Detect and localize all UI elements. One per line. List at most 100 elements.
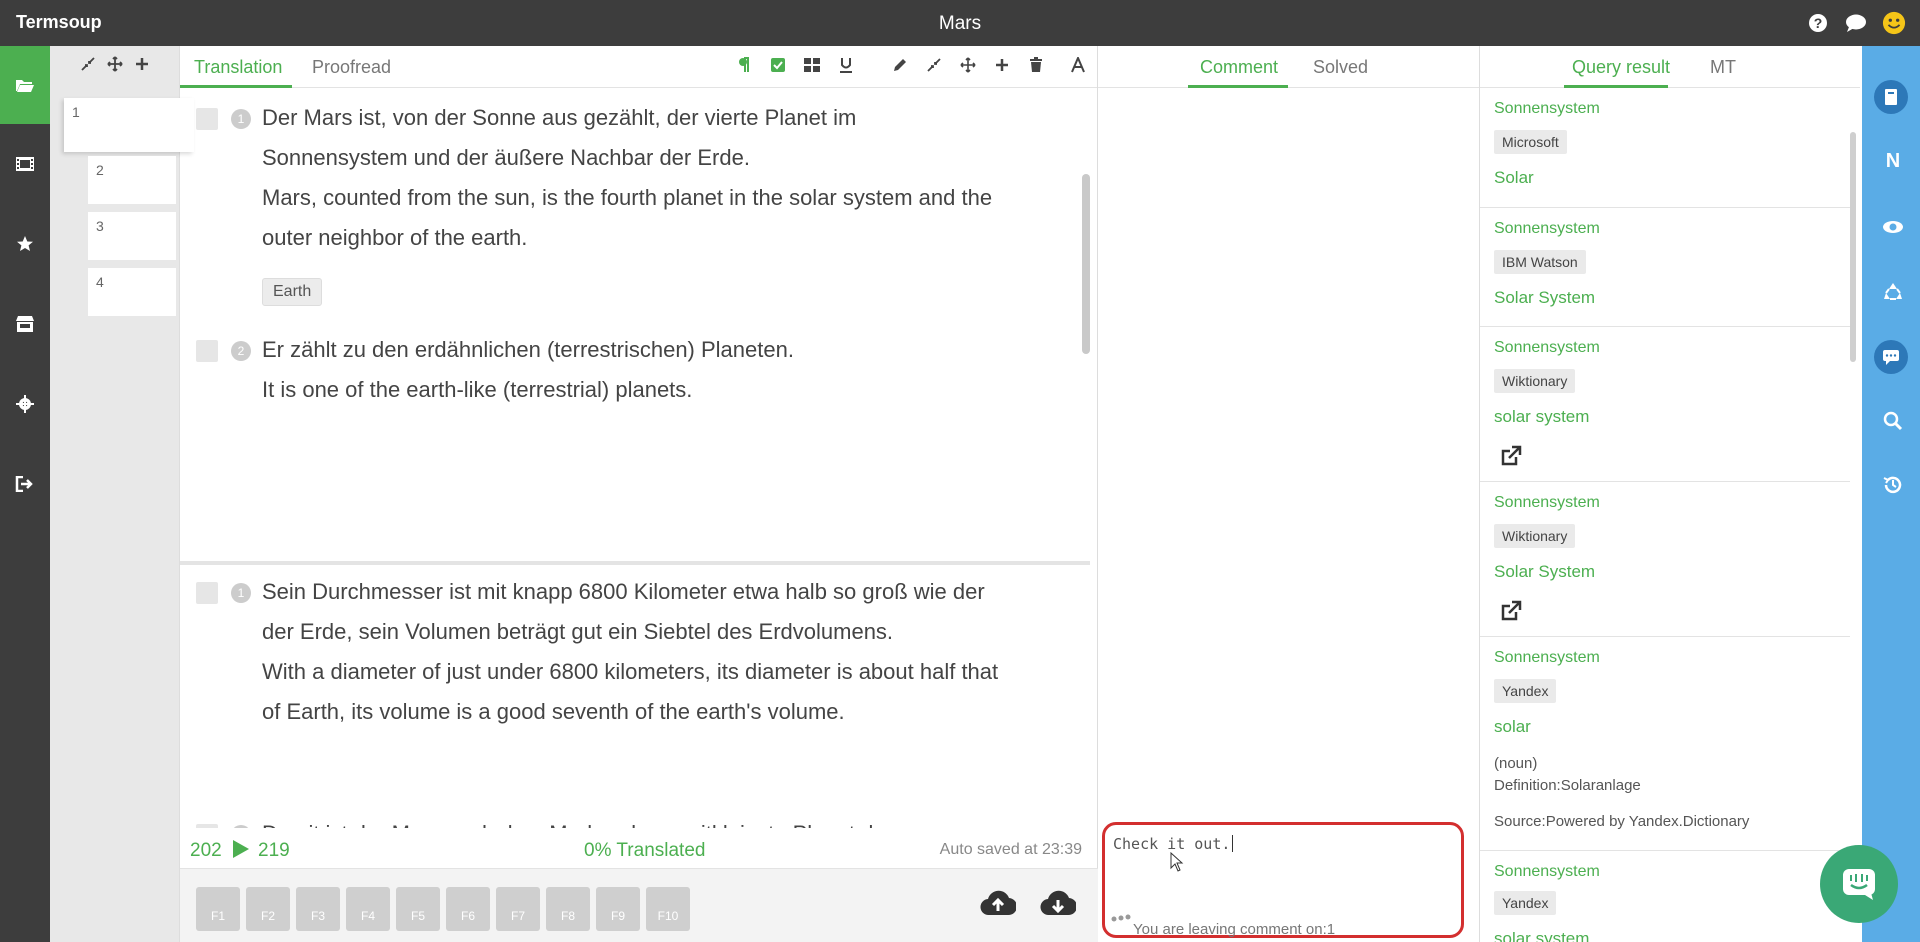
left-nav	[0, 46, 50, 942]
segment-checkbox[interactable]	[196, 582, 218, 604]
gear-icon[interactable]	[0, 364, 50, 444]
star-icon[interactable]	[0, 204, 50, 284]
sign-out-icon[interactable]	[0, 444, 50, 524]
segment-tab-1[interactable]: 1	[64, 98, 194, 152]
comment-input-box[interactable]: Check it out. You are leaving comment on…	[1102, 822, 1464, 938]
comment-panel: Comment Solved Check it out. You are lea…	[1098, 46, 1480, 942]
chat-icon[interactable]	[1844, 11, 1868, 35]
segment-tab-2[interactable]: 2	[88, 156, 176, 204]
plus-icon[interactable]	[993, 56, 1011, 74]
move-icon[interactable]	[959, 56, 977, 74]
dictionary-attribution: Source:Powered by Yandex.Dictionary	[1494, 813, 1750, 830]
segment-checkbox[interactable]	[196, 824, 218, 828]
query-target-term[interactable]: Solar	[1494, 168, 1534, 188]
eye-icon[interactable]	[1878, 212, 1908, 242]
query-provider: Yandex	[1494, 891, 1557, 915]
autosave-status: Auto saved at 23:39	[939, 841, 1082, 858]
query-provider: Wiktionary	[1494, 369, 1576, 393]
f5-button[interactable]: F5	[396, 887, 440, 931]
recycle-icon[interactable]	[1878, 276, 1908, 306]
query-target-term[interactable]: Solar System	[1494, 562, 1595, 582]
query-target-term[interactable]: solar system	[1494, 407, 1589, 427]
target-text[interactable]: Mars, counted from the sun, is the fourt…	[262, 178, 1002, 258]
segment-checkbox[interactable]	[196, 108, 218, 130]
segment-from: 202	[190, 840, 222, 861]
tab-comment[interactable]: Comment	[1200, 57, 1278, 78]
query-result-item[interactable]: Sonnensystem Wiktionary solar system	[1480, 327, 1850, 482]
query-result-item[interactable]: Sonnensystem Yandex solar (noun) Definit…	[1480, 637, 1850, 851]
query-source-term: Sonnensystem	[1494, 100, 1600, 117]
trash-icon[interactable]	[1027, 56, 1045, 74]
chat-widget-icon	[1843, 869, 1875, 900]
query-result-item[interactable]: Sonnensystem Yandex solar system	[1480, 851, 1850, 942]
compress-icon[interactable]	[925, 56, 943, 74]
grid-icon[interactable]	[803, 56, 821, 74]
film-icon[interactable]	[0, 124, 50, 204]
editor-scrollbar[interactable]	[1082, 174, 1090, 354]
query-scrollbar[interactable]	[1850, 132, 1856, 362]
external-link-icon[interactable]	[1500, 600, 1522, 622]
underline-icon[interactable]	[837, 56, 855, 74]
f6-button[interactable]: F6	[446, 887, 490, 931]
tab-proofread[interactable]: Proofread	[312, 57, 391, 78]
tab-mt[interactable]: MT	[1710, 57, 1736, 78]
f10-button[interactable]: F10	[646, 887, 690, 931]
query-provider: Yandex	[1494, 679, 1557, 703]
f3-button[interactable]: F3	[296, 887, 340, 931]
check-square-icon[interactable]	[769, 56, 787, 74]
function-key-bar: F1 F2 F3 F4 F5 F6 F7 F8 F9 F10	[180, 868, 1098, 942]
history-icon[interactable]	[1878, 470, 1908, 500]
comment-input[interactable]: Check it out.	[1113, 835, 1230, 853]
segment-number: 2	[231, 341, 251, 361]
query-result-item[interactable]: Sonnensystem Wiktionary Solar System	[1480, 482, 1850, 637]
pencil-icon[interactable]	[891, 56, 909, 74]
external-link-icon[interactable]	[1500, 445, 1522, 467]
query-tabs: Query result MT	[1480, 46, 1860, 88]
query-panel: Query result MT Sonnensystem Microsoft S…	[1480, 46, 1860, 942]
tab-solved[interactable]: Solved	[1313, 57, 1368, 78]
source-text: Sein Durchmesser ist mit knapp 6800 Kilo…	[262, 579, 985, 644]
compress-icon[interactable]	[80, 56, 95, 76]
cloud-download-icon[interactable]	[1040, 889, 1078, 922]
comment-tabs: Comment Solved	[1098, 46, 1479, 88]
f1-button[interactable]: F1	[196, 887, 240, 931]
folder-open-icon[interactable]	[0, 46, 50, 124]
play-icon[interactable]	[232, 839, 250, 865]
query-target-term[interactable]: solar system	[1494, 929, 1589, 942]
search-icon[interactable]	[1878, 406, 1908, 436]
smiley-avatar-icon[interactable]	[1882, 11, 1906, 35]
f8-button[interactable]: F8	[546, 887, 590, 931]
query-target-term[interactable]: Solar System	[1494, 288, 1595, 308]
f2-button[interactable]: F2	[246, 887, 290, 931]
segment-to: 219	[258, 840, 290, 861]
text-cursor	[1232, 835, 1234, 852]
cloud-upload-icon[interactable]	[980, 889, 1018, 922]
tab-translation[interactable]: Translation	[194, 57, 282, 78]
f9-button[interactable]: F9	[596, 887, 640, 931]
font-icon[interactable]	[1069, 56, 1087, 74]
f4-button[interactable]: F4	[346, 887, 390, 931]
tab-query-result[interactable]: Query result	[1572, 57, 1670, 78]
f7-button[interactable]: F7	[496, 887, 540, 931]
segment-list: 1 2 3 4	[50, 46, 194, 942]
query-result-item[interactable]: Sonnensystem Microsoft Solar	[1480, 88, 1850, 208]
term-chip[interactable]: Earth	[262, 278, 323, 306]
editor-panel: Translation Proofread 1 Der Mars ist, vo…	[180, 46, 1098, 942]
segment-tab-3[interactable]: 3	[88, 212, 176, 260]
more-icon[interactable]	[1111, 909, 1133, 927]
move-icon[interactable]	[106, 55, 123, 77]
segment-checkbox[interactable]	[196, 340, 218, 362]
book-icon[interactable]	[1874, 80, 1908, 114]
query-target-term[interactable]: solar	[1494, 717, 1531, 737]
n-button[interactable]: N	[1878, 146, 1908, 176]
target-text[interactable]: With a diameter of just under 6800 kilom…	[262, 652, 1002, 732]
plus-icon[interactable]	[135, 57, 149, 76]
paragraph-icon[interactable]	[735, 56, 753, 74]
segment-tab-4[interactable]: 4	[88, 268, 176, 316]
help-icon[interactable]: ?	[1806, 11, 1830, 35]
support-chat-button[interactable]	[1820, 845, 1898, 923]
query-result-item[interactable]: Sonnensystem IBM Watson Solar System	[1480, 208, 1850, 327]
comment-icon[interactable]	[1874, 340, 1908, 374]
target-text[interactable]: It is one of the earth-like (terrestrial…	[262, 370, 1002, 410]
store-icon[interactable]	[0, 284, 50, 364]
